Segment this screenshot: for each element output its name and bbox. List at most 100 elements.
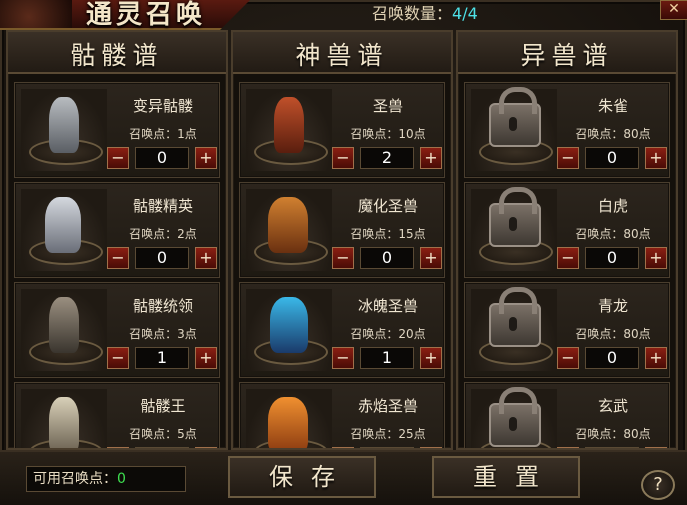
quantity-field[interactable]: 0 bbox=[135, 147, 189, 169]
summon-card: 冰魄圣兽 召唤点：20点 − 1 + bbox=[239, 282, 445, 378]
summon-cost: 召唤点：25点 bbox=[350, 427, 426, 441]
column-title: 骷髅谱 bbox=[70, 41, 164, 70]
quantity-field[interactable]: 0 bbox=[585, 247, 639, 269]
summon-cost: 召唤点：80点 bbox=[575, 427, 651, 441]
summon-cost: 召唤点：20点 bbox=[350, 327, 426, 341]
summon-cost: 召唤点：80点 bbox=[575, 327, 651, 341]
monster-name: 骷髅统领 bbox=[132, 297, 193, 315]
quantity-stepper: − 0 + bbox=[332, 247, 442, 269]
quantity-field[interactable]: 0 bbox=[585, 347, 639, 369]
beast-figure-icon bbox=[274, 97, 304, 153]
summon-card: 魔化圣兽 召唤点：15点 − 0 + bbox=[239, 182, 445, 278]
decrement-button[interactable]: − bbox=[107, 347, 129, 369]
monster-portrait bbox=[21, 189, 107, 271]
monster-name: 朱雀 bbox=[597, 97, 628, 115]
monster-portrait bbox=[471, 187, 557, 271]
quantity-field[interactable]: 0 bbox=[360, 247, 414, 269]
increment-button[interactable]: + bbox=[420, 147, 442, 169]
beast-figure-icon bbox=[270, 297, 308, 353]
quantity-stepper: − 2 + bbox=[332, 147, 442, 169]
beast-figure-icon bbox=[268, 197, 308, 253]
column-header: 异兽谱 bbox=[458, 32, 676, 74]
column-title: 异兽谱 bbox=[520, 41, 614, 70]
column-exotic-beast: 异兽谱 朱雀 召唤点：80点 − 0 + 白虎 召唤点：80点 − 0 + 青龙… bbox=[456, 30, 678, 450]
available-points-label: 可用召唤点： bbox=[33, 471, 117, 487]
summon-card: 圣兽 召唤点：10点 − 2 + bbox=[239, 82, 445, 178]
monster-name: 白虎 bbox=[597, 197, 628, 215]
monster-portrait bbox=[471, 87, 557, 171]
decrement-button[interactable]: − bbox=[332, 147, 354, 169]
summon-cost: 召唤点：15点 bbox=[350, 227, 426, 241]
save-button[interactable]: 保存 bbox=[228, 456, 376, 498]
lock-icon bbox=[489, 87, 541, 147]
monster-name: 圣兽 bbox=[372, 97, 403, 115]
decrement-button[interactable]: − bbox=[107, 147, 129, 169]
summon-card: 玄武 召唤点：80点 − 0 + bbox=[464, 382, 670, 448]
summon-count: 召唤数量：4/4 bbox=[372, 0, 478, 24]
beast-figure-icon bbox=[268, 397, 308, 448]
skeleton-figure-icon bbox=[45, 197, 81, 253]
column-header: 神兽谱 bbox=[233, 32, 451, 74]
quantity-field[interactable]: 1 bbox=[360, 347, 414, 369]
summon-card: 青龙 召唤点：80点 − 0 + bbox=[464, 282, 670, 378]
increment-button[interactable]: + bbox=[645, 147, 667, 169]
help-button[interactable]: ? bbox=[641, 470, 675, 500]
summon-card: 朱雀 召唤点：80点 − 0 + bbox=[464, 82, 670, 178]
column-title: 神兽谱 bbox=[295, 41, 389, 70]
decrement-button[interactable]: − bbox=[332, 347, 354, 369]
monster-portrait bbox=[246, 189, 332, 271]
monster-name: 骷髅精英 bbox=[132, 197, 193, 215]
column-divine-beast: 神兽谱 圣兽 召唤点：10点 − 2 + 魔化圣兽 召唤点：15点 − 0 + … bbox=[231, 30, 453, 450]
monster-portrait bbox=[246, 289, 332, 371]
increment-button[interactable]: + bbox=[420, 247, 442, 269]
summon-card: 骷髅精英 召唤点：2点 − 0 + bbox=[14, 182, 220, 278]
summon-card: 白虎 召唤点：80点 − 0 + bbox=[464, 182, 670, 278]
monster-name: 变异骷髅 bbox=[132, 97, 193, 115]
lock-icon bbox=[489, 387, 541, 447]
window-title: 通灵召唤 bbox=[86, 0, 207, 30]
increment-button[interactable]: + bbox=[195, 247, 217, 269]
quantity-stepper: − 1 + bbox=[107, 347, 217, 369]
monster-portrait bbox=[21, 89, 107, 171]
summon-card: 变异骷髅 召唤点：1点 − 0 + bbox=[14, 82, 220, 178]
quantity-field[interactable]: 0 bbox=[585, 147, 639, 169]
reset-button[interactable]: 重置 bbox=[432, 456, 580, 498]
quantity-field[interactable]: 1 bbox=[135, 347, 189, 369]
quantity-stepper: − 0 + bbox=[557, 247, 667, 269]
quantity-stepper: − 1 + bbox=[332, 347, 442, 369]
summon-count-current: 4 bbox=[452, 4, 463, 23]
available-points: 可用召唤点：0 bbox=[26, 466, 186, 492]
summon-card: 赤焰圣兽 召唤点：25点 − 0 + bbox=[239, 382, 445, 448]
summon-cost: 召唤点：10点 bbox=[350, 127, 426, 141]
available-points-value: 0 bbox=[117, 471, 126, 487]
summon-cost: 召唤点：2点 bbox=[129, 227, 197, 241]
summon-cost: 召唤点：80点 bbox=[575, 227, 651, 241]
quantity-field[interactable]: 0 bbox=[135, 247, 189, 269]
monster-name: 赤焰圣兽 bbox=[357, 397, 418, 415]
monster-name: 冰魄圣兽 bbox=[357, 297, 418, 315]
quantity-stepper: − 0 + bbox=[107, 247, 217, 269]
increment-button[interactable]: + bbox=[645, 347, 667, 369]
monster-portrait bbox=[21, 289, 107, 371]
summon-cost: 召唤点：5点 bbox=[129, 427, 197, 441]
column-header: 骷髅谱 bbox=[8, 32, 226, 74]
quantity-field[interactable]: 2 bbox=[360, 147, 414, 169]
monster-name: 魔化圣兽 bbox=[357, 197, 418, 215]
decrement-button[interactable]: − bbox=[332, 247, 354, 269]
increment-button[interactable]: + bbox=[195, 147, 217, 169]
increment-button[interactable]: + bbox=[195, 347, 217, 369]
skeleton-figure-icon bbox=[49, 397, 79, 448]
decrement-button[interactable]: − bbox=[557, 247, 579, 269]
close-button[interactable]: ✕ bbox=[660, 0, 687, 20]
decrement-button[interactable]: − bbox=[557, 347, 579, 369]
summon-count-max: 4 bbox=[467, 4, 478, 23]
monster-name: 玄武 bbox=[597, 397, 628, 415]
decrement-button[interactable]: − bbox=[107, 247, 129, 269]
decrement-button[interactable]: − bbox=[557, 147, 579, 169]
increment-button[interactable]: + bbox=[420, 347, 442, 369]
summon-cost: 召唤点：3点 bbox=[129, 327, 197, 341]
lock-icon bbox=[489, 287, 541, 347]
summon-card: 骷髅王 召唤点：5点 − 0 + bbox=[14, 382, 220, 448]
increment-button[interactable]: + bbox=[645, 247, 667, 269]
column-skeleton: 骷髅谱 变异骷髅 召唤点：1点 − 0 + 骷髅精英 召唤点：2点 − 0 + … bbox=[6, 30, 228, 450]
